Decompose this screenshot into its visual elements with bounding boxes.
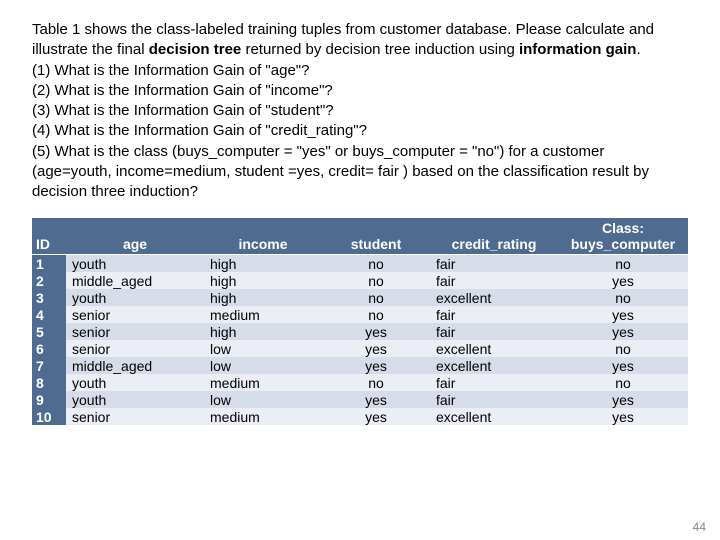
header-credit: credit_rating xyxy=(430,218,558,255)
header-class: Class: buys_computer xyxy=(558,218,688,255)
cell-id: 9 xyxy=(32,391,66,408)
cell-age: middle_aged xyxy=(66,357,204,374)
cell-age: youth xyxy=(66,289,204,306)
intro-part-c: returned by decision tree induction usin… xyxy=(241,41,519,58)
cell-class: yes xyxy=(558,272,688,289)
cell-credit: fair xyxy=(430,391,558,408)
cell-student: no xyxy=(322,272,430,289)
table-row: 2middle_agedhighnofairyes xyxy=(32,272,688,289)
question-5: (5) What is the class (buys_computer = "… xyxy=(32,142,688,203)
cell-id: 4 xyxy=(32,306,66,323)
cell-id: 2 xyxy=(32,272,66,289)
cell-credit: fair xyxy=(430,323,558,340)
intro-bold-1: decision tree xyxy=(149,41,242,58)
cell-class: yes xyxy=(558,408,688,425)
cell-id: 3 xyxy=(32,289,66,306)
header-id: ID xyxy=(32,218,66,255)
cell-credit: excellent xyxy=(430,340,558,357)
question-1: (1) What is the Information Gain of "age… xyxy=(32,61,688,81)
cell-age: senior xyxy=(66,408,204,425)
cell-age: middle_aged xyxy=(66,272,204,289)
cell-class: no xyxy=(558,289,688,306)
cell-class: yes xyxy=(558,357,688,374)
intro-part-e: . xyxy=(636,41,640,58)
cell-id: 7 xyxy=(32,357,66,374)
cell-income: medium xyxy=(204,408,322,425)
header-income: income xyxy=(204,218,322,255)
cell-id: 5 xyxy=(32,323,66,340)
cell-student: no xyxy=(322,289,430,306)
cell-class: yes xyxy=(558,391,688,408)
table-row: 6seniorlowyesexcellentno xyxy=(32,340,688,357)
cell-income: medium xyxy=(204,306,322,323)
table-row: 10seniormediumyesexcellentyes xyxy=(32,408,688,425)
cell-class: no xyxy=(558,255,688,273)
header-class-line2: buys_computer xyxy=(571,236,675,252)
cell-age: senior xyxy=(66,323,204,340)
cell-income: high xyxy=(204,255,322,273)
data-table: ID age income student credit_rating Clas… xyxy=(32,218,688,425)
cell-income: high xyxy=(204,272,322,289)
cell-student: no xyxy=(322,255,430,273)
cell-credit: excellent xyxy=(430,357,558,374)
cell-credit: fair xyxy=(430,255,558,273)
cell-income: low xyxy=(204,391,322,408)
cell-credit: excellent xyxy=(430,408,558,425)
cell-income: low xyxy=(204,340,322,357)
page-number: 44 xyxy=(693,520,706,534)
cell-student: no xyxy=(322,374,430,391)
cell-class: yes xyxy=(558,306,688,323)
question-block: Table 1 shows the class-labeled training… xyxy=(32,20,688,202)
cell-age: senior xyxy=(66,340,204,357)
header-student: student xyxy=(322,218,430,255)
cell-credit: fair xyxy=(430,272,558,289)
cell-id: 8 xyxy=(32,374,66,391)
cell-class: yes xyxy=(558,323,688,340)
cell-id: 10 xyxy=(32,408,66,425)
cell-income: low xyxy=(204,357,322,374)
cell-credit: fair xyxy=(430,306,558,323)
header-age: age xyxy=(66,218,204,255)
table-row: 8youthmediumnofairno xyxy=(32,374,688,391)
question-2: (2) What is the Information Gain of "inc… xyxy=(32,81,688,101)
table-row: 4seniormediumnofairyes xyxy=(32,306,688,323)
cell-class: no xyxy=(558,374,688,391)
cell-student: yes xyxy=(322,408,430,425)
cell-student: yes xyxy=(322,357,430,374)
question-4: (4) What is the Information Gain of "cre… xyxy=(32,121,688,141)
cell-income: medium xyxy=(204,374,322,391)
cell-credit: excellent xyxy=(430,289,558,306)
question-3: (3) What is the Information Gain of "stu… xyxy=(32,101,688,121)
table-row: 7middle_agedlowyesexcellentyes xyxy=(32,357,688,374)
cell-student: yes xyxy=(322,323,430,340)
cell-income: high xyxy=(204,289,322,306)
cell-age: senior xyxy=(66,306,204,323)
cell-age: youth xyxy=(66,255,204,273)
cell-student: no xyxy=(322,306,430,323)
cell-credit: fair xyxy=(430,374,558,391)
intro-bold-2: information gain xyxy=(519,41,637,58)
cell-income: high xyxy=(204,323,322,340)
cell-age: youth xyxy=(66,391,204,408)
cell-id: 1 xyxy=(32,255,66,273)
cell-student: yes xyxy=(322,391,430,408)
table-row: 5seniorhighyesfairyes xyxy=(32,323,688,340)
cell-age: youth xyxy=(66,374,204,391)
cell-id: 6 xyxy=(32,340,66,357)
table-row: 1youthhighnofairno xyxy=(32,255,688,273)
header-class-line1: Class: xyxy=(602,220,644,236)
cell-class: no xyxy=(558,340,688,357)
cell-student: yes xyxy=(322,340,430,357)
table-row: 3youthhighnoexcellentno xyxy=(32,289,688,306)
table-row: 9youthlowyesfairyes xyxy=(32,391,688,408)
